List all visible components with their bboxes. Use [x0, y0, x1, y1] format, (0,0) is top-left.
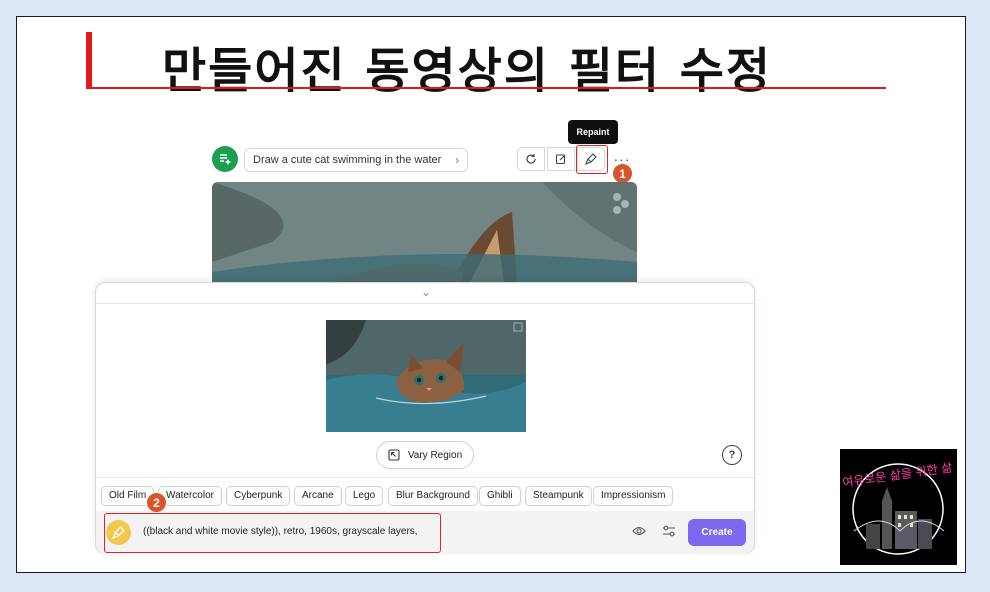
- page-title: 만들어진 동영상의 필터 수정: [162, 43, 773, 99]
- filter-chip[interactable]: Watercolor: [158, 486, 222, 506]
- vary-region-icon: [388, 449, 400, 461]
- prompt-text: Draw a cute cat swimming in the water: [253, 154, 442, 166]
- chevron-right-icon: ›: [455, 153, 460, 167]
- repaint-highlight-box: [576, 145, 608, 174]
- input-highlight-box: [104, 513, 441, 553]
- filter-chip[interactable]: Steampunk: [525, 486, 592, 506]
- edit-icon: [555, 154, 566, 165]
- title-underline: [86, 87, 886, 89]
- create-button[interactable]: Create: [688, 519, 746, 546]
- help-icon[interactable]: ?: [722, 445, 742, 465]
- panel-divider: [96, 303, 754, 304]
- repaint-panel: ⌄ Vary Region ? Old Film Watercolor Cybe…: [95, 282, 755, 554]
- prompt-input-bar: ((black and white movie style)), retro, …: [96, 511, 754, 554]
- filter-chip[interactable]: Lego: [345, 486, 384, 506]
- ai-avatar-icon: [212, 146, 238, 172]
- eye-icon[interactable]: [632, 525, 646, 537]
- chevron-down-icon[interactable]: ⌄: [421, 285, 431, 299]
- repaint-tooltip: Repaint: [568, 120, 618, 144]
- title-accent: [86, 32, 92, 88]
- prompt-chip[interactable]: Draw a cute cat swimming in the water ›: [244, 148, 469, 172]
- title-bar: 만들어진 동영상의 필터 수정: [86, 29, 886, 99]
- filter-chip[interactable]: Impressionism: [593, 486, 674, 506]
- step-2-badge: 2: [146, 492, 167, 513]
- step-1-badge: 1: [612, 163, 633, 184]
- edit-button[interactable]: [547, 147, 575, 171]
- settings-sliders-icon[interactable]: [662, 525, 676, 537]
- vary-region-button[interactable]: Vary Region: [376, 441, 474, 469]
- preview-thumbnail[interactable]: [326, 320, 526, 432]
- filter-chip[interactable]: Ghibli: [479, 486, 521, 506]
- filter-chips-row: Old Film Watercolor Cyberpunk Arcane Leg…: [96, 477, 754, 508]
- refresh-button[interactable]: [517, 147, 545, 171]
- filter-chip[interactable]: Cyberpunk: [226, 486, 291, 506]
- filter-chip[interactable]: Blur Background: [388, 486, 478, 506]
- generated-image[interactable]: [212, 182, 637, 282]
- refresh-icon: [526, 154, 536, 164]
- filter-chip[interactable]: Arcane: [294, 486, 342, 506]
- channel-logo: 여유로운 삶을 위한 삶: [840, 449, 957, 565]
- vary-region-label: Vary Region: [407, 449, 463, 461]
